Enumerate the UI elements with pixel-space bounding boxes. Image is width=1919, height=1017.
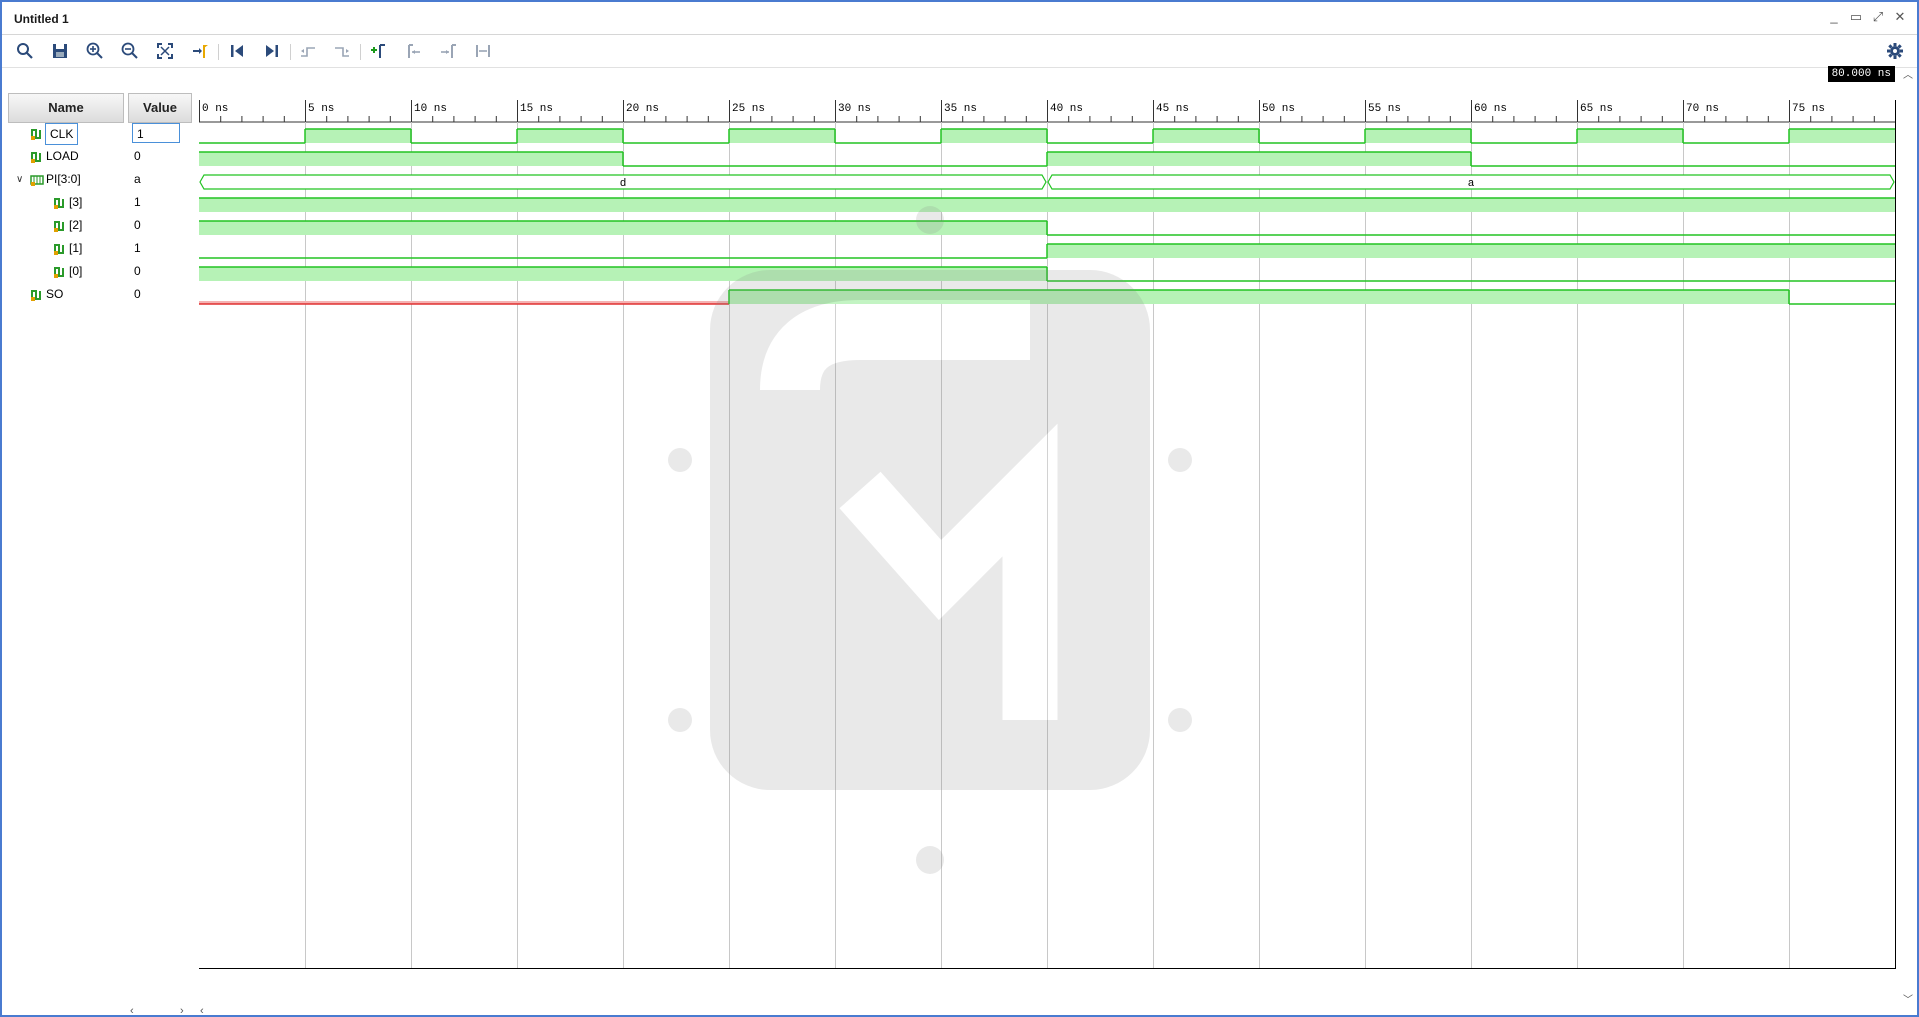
high-fill xyxy=(729,129,835,143)
bit-signal-icon xyxy=(53,241,67,255)
signal-row-pi[interactable]: ∨ PI[3:0] a xyxy=(8,168,198,191)
bit-signal-icon xyxy=(30,149,44,163)
bit-signal-icon xyxy=(30,287,44,301)
maximize-icon[interactable]: ⤢ xyxy=(1871,9,1885,25)
next-transition-icon[interactable] xyxy=(332,41,352,61)
signal-value: 0 xyxy=(134,218,141,232)
toolbar xyxy=(2,35,1917,68)
signal-row-pi-3[interactable]: [3] 1 xyxy=(8,191,198,214)
toolbar-separator xyxy=(290,44,291,60)
ruler-tick-label: 0 ns xyxy=(202,103,228,115)
signal-name: [1] xyxy=(69,241,83,255)
signal-row-pi-2[interactable]: [2] 0 xyxy=(8,214,198,237)
signal-value: a xyxy=(134,172,141,186)
restore-icon[interactable]: ▭ xyxy=(1849,9,1863,25)
signal-value: 0 xyxy=(134,149,141,163)
ruler-tick-label: 10 ns xyxy=(414,103,447,115)
window-controls: _ ▭ ⤢ ✕ xyxy=(1827,9,1907,25)
horizontal-scrollbar[interactable]: ‹ › ‹ xyxy=(130,1005,1910,1017)
window-title: Untitled 1 xyxy=(14,12,69,26)
zoom-fit-icon[interactable] xyxy=(155,41,175,61)
ruler-tick-label: 30 ns xyxy=(838,103,871,115)
signal-name: [2] xyxy=(69,218,83,232)
signal-value[interactable]: 1 xyxy=(132,123,180,143)
zoom-in-icon[interactable] xyxy=(85,41,105,61)
high-fill xyxy=(1153,129,1259,143)
swap-cursors-icon[interactable] xyxy=(473,41,493,61)
go-to-cursor-icon[interactable] xyxy=(190,41,210,61)
high-fill xyxy=(941,129,1047,143)
ruler-tick-label: 15 ns xyxy=(520,103,553,115)
scroll-left-icon[interactable]: ‹ xyxy=(130,1005,134,1017)
signal-name: LOAD xyxy=(46,149,79,163)
high-fill xyxy=(305,129,411,143)
settings-icon[interactable] xyxy=(1885,41,1905,61)
signal-names-panel: Name Value CLK 1 LOAD 0 ∨ PI[3:0] a [3] … xyxy=(8,93,198,993)
watermark-logo xyxy=(668,206,1192,874)
bit-signal-icon xyxy=(53,195,67,209)
cursor-time-label[interactable]: 80.000 ns xyxy=(1827,66,1895,82)
bit-signal-icon xyxy=(53,218,67,232)
vertical-scrollbar[interactable]: ︿ ﹀ xyxy=(1903,66,1917,1006)
signal-name: [3] xyxy=(69,195,83,209)
ruler-tick-label: 25 ns xyxy=(732,103,765,115)
toolbar-separator xyxy=(360,44,361,60)
bit-signal-icon xyxy=(30,126,44,140)
bus-value-label: a xyxy=(1468,178,1475,190)
high-fill xyxy=(517,129,623,143)
toolbar-separator xyxy=(218,44,219,60)
signal-row-pi-1[interactable]: [1] 1 xyxy=(8,237,198,260)
go-to-time-0-icon[interactable] xyxy=(227,41,247,61)
signal-value: 1 xyxy=(134,195,141,209)
ruler-tick-label: 20 ns xyxy=(626,103,659,115)
high-fill xyxy=(1789,129,1895,143)
signal-row-clk[interactable]: CLK 1 xyxy=(8,122,198,145)
ruler-tick-label: 65 ns xyxy=(1580,103,1613,115)
bus-signal-icon xyxy=(30,172,44,186)
go-to-last-time-icon[interactable] xyxy=(262,41,282,61)
signal-name: [0] xyxy=(69,264,83,278)
minimize-icon[interactable]: _ xyxy=(1827,9,1841,25)
scroll-down-icon[interactable]: ﹀ xyxy=(1903,991,1913,1006)
ruler-tick-label: 5 ns xyxy=(308,103,334,115)
close-icon[interactable]: ✕ xyxy=(1893,9,1907,25)
scroll-left-icon[interactable]: ‹ xyxy=(200,1005,204,1017)
ruler-tick-label: 75 ns xyxy=(1792,103,1825,115)
previous-marker-icon[interactable] xyxy=(403,41,423,61)
ruler-tick-label: 40 ns xyxy=(1050,103,1083,115)
scroll-up-icon[interactable]: ︿ xyxy=(1903,66,1913,81)
signal-value: 0 xyxy=(134,287,141,301)
ruler-tick-label: 45 ns xyxy=(1156,103,1189,115)
scroll-right-icon[interactable]: › xyxy=(180,1005,184,1017)
signal-row-pi-0[interactable]: [0] 0 xyxy=(8,260,198,283)
signal-name: SO xyxy=(46,287,64,301)
search-icon[interactable] xyxy=(15,41,35,61)
zoom-out-icon[interactable] xyxy=(120,41,140,61)
ruler-tick-label: 60 ns xyxy=(1474,103,1507,115)
signal-name[interactable]: CLK xyxy=(45,123,79,145)
ruler-tick-label: 35 ns xyxy=(944,103,977,115)
value-column-header[interactable]: Value xyxy=(128,93,192,123)
signal-name: PI[3:0] xyxy=(46,172,81,186)
next-marker-icon[interactable] xyxy=(438,41,458,61)
signal-value: 0 xyxy=(134,264,141,278)
signal-value: 1 xyxy=(134,241,141,255)
name-column-header[interactable]: Name xyxy=(8,93,124,123)
high-fill xyxy=(1365,129,1471,143)
ruler-tick-label: 55 ns xyxy=(1368,103,1401,115)
signal-row-so[interactable]: SO 0 xyxy=(8,283,198,306)
add-marker-icon[interactable] xyxy=(368,41,388,61)
signal-row-load[interactable]: LOAD 0 xyxy=(8,145,198,168)
bit-signal-icon xyxy=(53,264,67,278)
save-icon[interactable] xyxy=(50,41,70,61)
previous-transition-icon[interactable] xyxy=(298,41,318,61)
ruler-tick-label: 50 ns xyxy=(1262,103,1295,115)
title-bar: Untitled 1 _ ▭ ⤢ ✕ xyxy=(2,2,1917,35)
collapse-icon[interactable]: ∨ xyxy=(16,168,23,191)
high-fill xyxy=(1577,129,1683,143)
ruler-tick-label: 70 ns xyxy=(1686,103,1719,115)
